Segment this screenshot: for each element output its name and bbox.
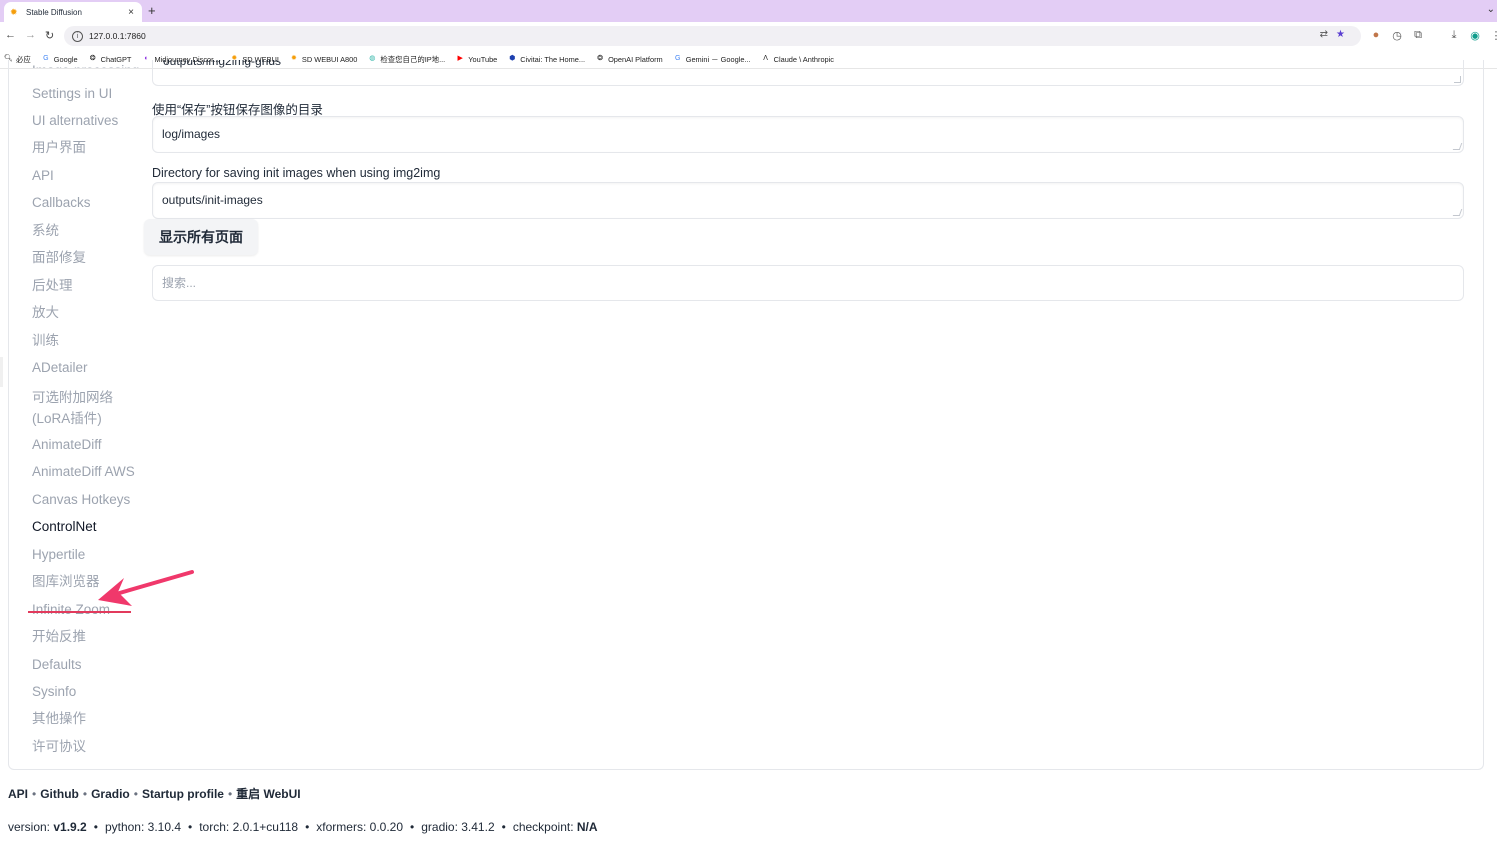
sidebar-item-12[interactable]: AnimateDiff [32, 436, 102, 454]
save-dir-value: log/images [162, 127, 221, 141]
forward-icon[interactable]: → [25, 29, 36, 41]
sidebar-item-14[interactable]: Canvas Hotkeys [32, 491, 130, 509]
footer-link[interactable]: Startup profile [142, 787, 224, 801]
settings-search-input[interactable] [152, 265, 1464, 301]
resize-grip-icon[interactable] [1454, 76, 1461, 83]
version-value: N/A [576, 820, 598, 834]
translate-icon[interactable]: ⇄ [1320, 29, 1336, 40]
img2img-grids-dir-value: outputs/img2img-grids [163, 60, 282, 68]
version-separator: • [305, 820, 310, 834]
version-value: v1.9.2 [53, 820, 87, 834]
version-separator: • [188, 820, 193, 834]
sidebar-item-9[interactable]: 训练 [32, 332, 59, 350]
version-key: python: [104, 820, 148, 834]
left-edge-handle [0, 357, 3, 387]
sidebar-item-4[interactable]: Callbacks [32, 194, 91, 212]
sidebar-item-3[interactable]: API [32, 167, 54, 185]
sidebar-item-cutoff[interactable]: Image-processing [32, 62, 139, 68]
init-images-dir-label: Directory for saving init images when us… [152, 166, 441, 180]
footer-link[interactable]: 重启 WebUI [236, 787, 300, 801]
sidebar-item-10[interactable]: ADetailer [32, 359, 88, 377]
extension-icons: ● ◷ ⧉ ⤓ ◉ ⋮ [1370, 29, 1497, 42]
url-text: 127.0.0.1:7860 [89, 31, 146, 41]
resize-grip-icon[interactable] [1452, 143, 1463, 150]
back-icon[interactable]: ← [5, 29, 16, 41]
sidebar-item-20[interactable]: Defaults [32, 656, 82, 674]
save-dir-input[interactable]: log/images [152, 116, 1464, 153]
version-key: version: [8, 820, 54, 834]
version-key: torch: [199, 820, 233, 834]
resize-grip-icon[interactable] [1452, 209, 1463, 216]
history-icon[interactable]: ◷ [1391, 29, 1403, 42]
tab-title: Stable Diffusion [26, 7, 82, 17]
footer-separator: • [82, 787, 88, 801]
omnibox-actions: ⇄★ [1320, 29, 1353, 40]
footer-separator: • [32, 787, 37, 801]
sidebar-item-16[interactable]: Hypertile [32, 546, 85, 564]
footer-separator: • [227, 787, 233, 801]
annotation-underline [28, 611, 131, 613]
address-bar[interactable]: i 127.0.0.1:7860 ⇄★ [64, 26, 1361, 46]
version-info: version: v1.9.2 • python: 3.10.4 • torch: 2.… [8, 820, 598, 834]
footer-links: API • Github • Gradio • Startup profile • 重启 Web… [8, 785, 301, 802]
reload-icon[interactable]: ↻ [45, 29, 54, 42]
sidebar-item-1[interactable]: UI alternatives [32, 112, 118, 130]
version-key: gradio: [421, 820, 462, 834]
download-icon[interactable]: ⤓ [1448, 29, 1460, 42]
site-info-icon[interactable]: i [72, 30, 83, 42]
browser-tabstrip: ✹ Stable Diffusion × + ⌄ [0, 0, 1497, 22]
show-all-pages-button[interactable]: 显示所有页面 [144, 219, 258, 255]
extension-icon[interactable]: ● [1370, 29, 1382, 42]
extensions-puzzle-icon[interactable]: ⧉ [1412, 29, 1424, 42]
close-tab-icon[interactable]: × [126, 7, 136, 18]
browser-toolbar: ← → ↻ i 127.0.0.1:7860 ⇄★ [0, 22, 1497, 50]
tab-search-icon[interactable]: ⌄ [1487, 4, 1495, 15]
bookmark-star-icon[interactable]: ★ [1336, 29, 1353, 40]
init-images-dir-input[interactable]: outputs/init-images [152, 182, 1464, 219]
sidebar-item-13[interactable]: AnimateDiff AWS [32, 463, 135, 481]
footer-link[interactable]: API [8, 787, 28, 801]
sidebar-item-17[interactable]: 图库浏览器 [32, 573, 100, 591]
sidebar-item-5[interactable]: 系统 [32, 222, 59, 240]
version-key: checkpoint: [512, 820, 577, 834]
sidebar-item-7[interactable]: 后处理 [32, 277, 73, 295]
version-value: 3.10.4 [147, 820, 182, 834]
sidebar-item-11[interactable]: 可选附加网络(LoRA插件) [32, 387, 128, 429]
sidebar-item-0[interactable]: Settings in UI [32, 85, 112, 103]
version-separator: • [93, 820, 98, 834]
sidebar-item-21[interactable]: Sysinfo [32, 683, 76, 701]
sidebar-item-6[interactable]: 面部修复 [32, 249, 86, 267]
sidebar-item-8[interactable]: 放大 [32, 304, 59, 322]
sidebar-item-22[interactable]: 其他操作 [32, 710, 86, 728]
footer-link[interactable]: Github [40, 787, 79, 801]
sidebar-item-19[interactable]: 开始反推 [32, 628, 86, 646]
version-value: 2.0.1+cu118 [232, 820, 299, 834]
version-separator: • [501, 820, 506, 834]
sidebar-item-2[interactable]: 用户界面 [32, 139, 86, 157]
version-key: xformers: [316, 820, 370, 834]
footer-separator: • [133, 787, 138, 801]
profile-avatar-icon[interactable]: ◉ [1469, 29, 1481, 42]
stable-diffusion-favicon-icon: ✹ [10, 7, 18, 17]
sidebar-item-23[interactable]: 许可协议 [32, 738, 86, 756]
browser-tab[interactable]: ✹ Stable Diffusion × [4, 2, 142, 22]
init-images-dir-value: outputs/init-images [162, 193, 263, 207]
new-tab-icon[interactable]: + [148, 3, 156, 18]
browser-menu-icon[interactable]: ⋮ [1490, 29, 1497, 42]
sidebar-item-15[interactable]: ControlNet [32, 518, 97, 536]
img2img-grids-dir-input[interactable]: outputs/img2img-grids [152, 60, 1464, 86]
footer-link[interactable]: Gradio [91, 787, 130, 801]
settings-page: Image-processing Settings in UI UI altern… [0, 60, 1497, 845]
version-value: 3.41.2 [461, 820, 495, 834]
annotation-arrow [98, 570, 194, 606]
version-value: 0.0.20 [369, 820, 404, 834]
version-separator: • [410, 820, 415, 834]
